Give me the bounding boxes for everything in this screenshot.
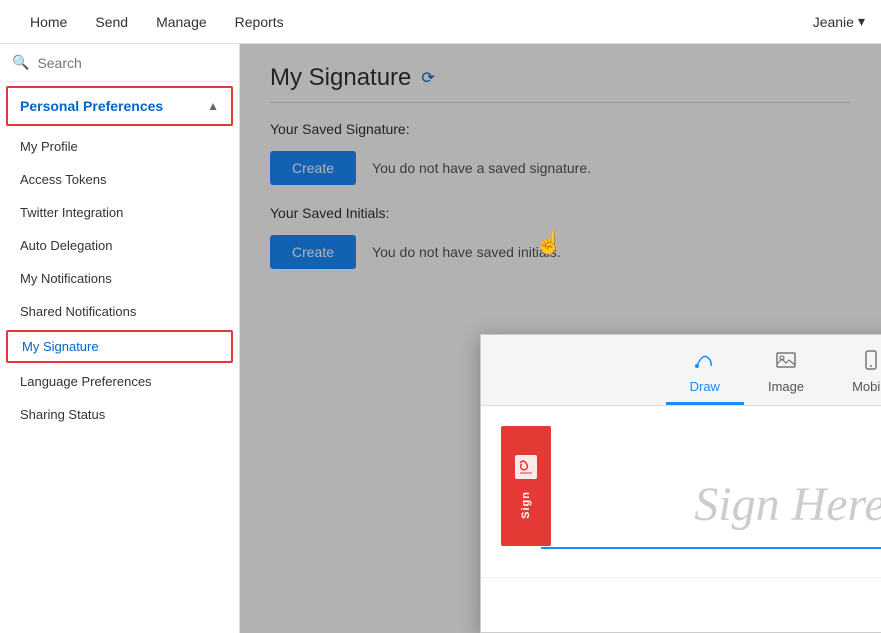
mobile-icon [860,349,881,377]
nav-send[interactable]: Send [81,2,142,42]
section-header-arrow-icon: ▲ [207,99,219,113]
content-area: My Signature ⟳ Your Saved Signature: Cre… [240,44,881,633]
sign-here-text: Sign Here [694,477,881,532]
modal-overlay: Draw Image [240,44,881,633]
modal-box: Draw Image [480,334,881,633]
search-box: 🔍 [0,44,239,82]
tab-image-label: Image [768,379,804,394]
signature-line [541,547,881,549]
sidebar-item-shared-notifications[interactable]: Shared Notifications [0,295,239,328]
user-arrow-icon: ▾ [858,13,865,30]
search-icon: 🔍 [12,54,29,71]
sidebar-item-twitter-integration[interactable]: Twitter Integration [0,196,239,229]
nav-home[interactable]: Home [16,2,81,42]
sidebar-item-my-signature[interactable]: My Signature [6,330,233,363]
sidebar-item-my-notifications[interactable]: My Notifications [0,262,239,295]
sidebar-item-sharing-status[interactable]: Sharing Status [0,398,239,431]
tab-mobile[interactable]: Mobile [828,343,881,405]
modal-body: Sign Sign Here [481,406,881,603]
sign-flag[interactable]: Sign [501,426,551,546]
search-input[interactable] [37,55,227,71]
section-header-personal-preferences[interactable]: Personal Preferences ▲ [6,86,233,126]
modal-tabs: Draw Image [481,335,881,406]
sidebar-item-auto-delegation[interactable]: Auto Delegation [0,229,239,262]
user-name: Jeanie [813,14,854,30]
top-nav: Home Send Manage Reports Jeanie ▾ [0,0,881,44]
tab-draw-label: Draw [690,379,720,394]
main-layout: 🔍 Personal Preferences ▲ My Profile Acce… [0,44,881,633]
sign-flag-pdf-icon [513,453,539,487]
tab-image[interactable]: Image [744,343,828,405]
tab-draw[interactable]: Draw [666,343,744,405]
sign-flag-arrow [501,528,551,546]
nav-reports[interactable]: Reports [221,2,298,42]
sidebar-item-access-tokens[interactable]: Access Tokens [0,163,239,196]
tab-mobile-label: Mobile [852,379,881,394]
sidebar-item-language-preferences[interactable]: Language Preferences [0,365,239,398]
draw-icon [694,349,716,377]
sidebar-item-my-profile[interactable]: My Profile [0,130,239,163]
sign-flag-text: Sign [520,491,532,519]
modal-footer: Close Apply [481,577,881,632]
sidebar: 🔍 Personal Preferences ▲ My Profile Acce… [0,44,240,633]
section-header-label: Personal Preferences [20,98,163,114]
nav-manage[interactable]: Manage [142,2,221,42]
image-icon [775,349,797,377]
user-menu[interactable]: Jeanie ▾ [813,13,865,30]
